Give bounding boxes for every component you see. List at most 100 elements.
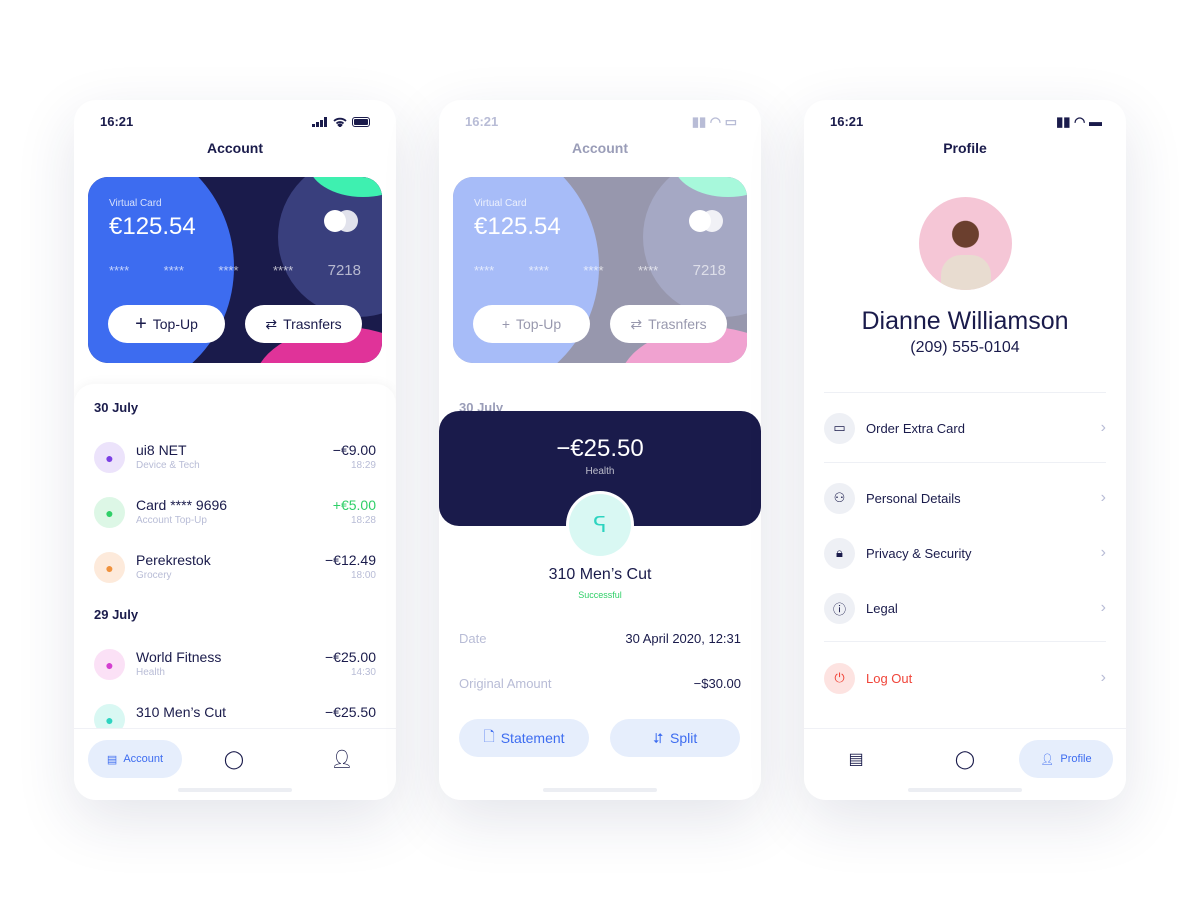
time: 18:29: [350, 460, 376, 471]
avatar: [919, 197, 1012, 290]
amount: −€9.00: [332, 442, 376, 458]
user-icon: 👤︎: [330, 748, 354, 769]
home-indicator: [543, 788, 657, 792]
date-header: 29 July: [94, 607, 139, 622]
transfer-icon: ⇄: [265, 315, 278, 332]
document-icon: 🗋︎: [483, 728, 495, 744]
category: Device & Tech: [136, 460, 200, 471]
statement-button[interactable]: 🗋︎ Statement: [459, 719, 589, 757]
chevron-right-icon: ›: [1100, 489, 1106, 506]
status-icons: [312, 114, 372, 129]
clock: 16:21: [100, 114, 134, 129]
time: 18:28: [350, 515, 376, 526]
transaction-row[interactable]: ● World Fitness Health −€25.00 14:30: [94, 647, 376, 681]
profile-name: Dianne Williamson: [861, 307, 1069, 335]
status-bar: 16:21: [100, 114, 372, 129]
transaction-row[interactable]: ● Perekrestok Grocery −€12.49 18:00: [94, 550, 376, 584]
plus-icon: ●: [94, 497, 125, 528]
page-title: Account: [207, 140, 263, 156]
nav-chat[interactable]: ◯: [945, 740, 985, 778]
bottom-nav: ▤ Account ◯ 👤︎: [74, 728, 396, 800]
card-icon: ▤: [848, 751, 864, 768]
category: Health: [136, 667, 165, 678]
lock-icon: 🔒︎: [824, 537, 855, 569]
status-text: Successful: [578, 590, 622, 600]
merchant-name: 310 Men’s Cut: [548, 566, 652, 583]
nav-chat[interactable]: ◯: [214, 740, 254, 778]
nav-account[interactable]: ▤ Account: [88, 740, 182, 778]
original-amount-row: Original Amount −$30.00: [459, 676, 741, 691]
transaction-detail-screen: 16:21 ▮▮ ◠ ▭ Account Virtual Card €125.54…: [439, 100, 761, 800]
amount: −€25.50: [325, 704, 376, 720]
card-number: **** **** **** **** 7218: [109, 262, 361, 279]
menu-privacy-security[interactable]: 🔒︎ Privacy & Security ›: [824, 537, 1106, 569]
status-bar: 16:21 ▮▮ ◠ ▬: [830, 114, 1102, 129]
user-icon: ⚇: [824, 482, 855, 514]
menu-personal-details[interactable]: ⚇ Personal Details ›: [824, 482, 1106, 514]
date-header: 30 July: [94, 400, 139, 415]
merchant-avatar: ᕋ: [566, 491, 634, 559]
merchant-name: Card **** 9696: [136, 497, 228, 513]
hairdryer-icon: ᕋ: [569, 494, 631, 556]
virtual-card-dimmed: Virtual Card €125.54 **** **** **** **** 721…: [453, 177, 747, 363]
chat-icon: ◯: [954, 748, 976, 769]
merchant-name: Perekrestok: [136, 552, 211, 568]
transfers-button[interactable]: ⇄ Trasnfers: [245, 305, 362, 343]
category: Account Top-Up: [136, 515, 207, 526]
nav-profile[interactable]: 👤︎ Profile: [1019, 740, 1113, 778]
hanger-icon: ●: [94, 552, 125, 583]
split-button[interactable]: ⮃ Split: [610, 719, 740, 757]
chat-icon: ◯: [223, 748, 245, 769]
detail-amount: −€25.50: [556, 435, 644, 462]
nav-profile[interactable]: 👤︎: [322, 740, 362, 778]
pool-icon: ●: [94, 649, 125, 680]
user-icon: 👤︎: [1040, 753, 1055, 766]
profile-phone: (209) 555-0104: [910, 339, 1020, 356]
mastercard-icon: [324, 210, 358, 232]
chevron-right-icon: ›: [1100, 599, 1106, 616]
menu-legal[interactable]: ⓘ Legal ›: [824, 592, 1106, 624]
virtual-card[interactable]: Virtual Card €125.54 **** **** **** **** 721…: [88, 177, 382, 363]
logout-button[interactable]: ⏻ Log Out ›: [824, 662, 1106, 694]
transaction-row[interactable]: ● Card **** 9696 Account Top-Up +€5.00 1…: [94, 495, 376, 529]
transaction-row[interactable]: ● ui8 NET Device & Tech −€9.00 18:29: [94, 440, 376, 474]
mastercard-icon: [689, 210, 723, 232]
account-screen: 16:21 Account Virtual Card €125.54 **** *…: [74, 100, 396, 800]
page-title: Account: [572, 140, 628, 156]
amount: +€5.00: [332, 497, 376, 513]
card-icon: ▤: [106, 753, 118, 766]
merchant-name: ui8 NET: [136, 442, 187, 458]
card-balance: €125.54: [109, 213, 196, 240]
card-label: Virtual Card: [109, 198, 162, 209]
bottom-nav: ▤ ◯ 👤︎ Profile: [804, 728, 1126, 800]
date-row: Date 30 April 2020, 12:31: [459, 631, 741, 646]
info-icon: ⓘ: [824, 592, 855, 624]
monitor-icon: ●: [94, 442, 125, 473]
power-icon: ⏻: [824, 662, 855, 694]
profile-screen: 16:21 ▮▮ ◠ ▬ Profile Dianne Williamson (2…: [804, 100, 1126, 800]
transaction-row[interactable]: ● 310 Men’s Cut −€25.50: [94, 702, 376, 728]
status-bar: 16:21 ▮▮ ◠ ▭: [465, 114, 737, 129]
split-icon: ⮃: [652, 729, 664, 746]
plus-icon: +: [135, 312, 147, 335]
chevron-right-icon: ›: [1100, 419, 1106, 436]
hairdryer-icon: ●: [94, 704, 125, 728]
nav-account[interactable]: ▤: [836, 740, 876, 778]
top-up-button[interactable]: + Top-Up: [108, 305, 225, 343]
home-indicator: [908, 788, 1022, 792]
category: Grocery: [136, 570, 172, 581]
amount: −€25.00: [325, 649, 376, 665]
chevron-right-icon: ›: [1100, 669, 1106, 686]
page-title: Profile: [943, 140, 987, 156]
time: 14:30: [350, 667, 376, 678]
amount: −€12.49: [325, 552, 376, 568]
chevron-right-icon: ›: [1100, 544, 1106, 561]
card-icon: ▭: [824, 412, 855, 444]
time: 18:00: [350, 570, 376, 581]
merchant-name: 310 Men’s Cut: [136, 704, 227, 720]
merchant-name: World Fitness: [136, 649, 222, 665]
menu-order-extra-card[interactable]: ▭ Order Extra Card ›: [824, 412, 1106, 444]
home-indicator: [178, 788, 292, 792]
status-icons: ▮▮ ◠ ▭: [691, 114, 737, 129]
detail-category: Health: [585, 466, 615, 477]
